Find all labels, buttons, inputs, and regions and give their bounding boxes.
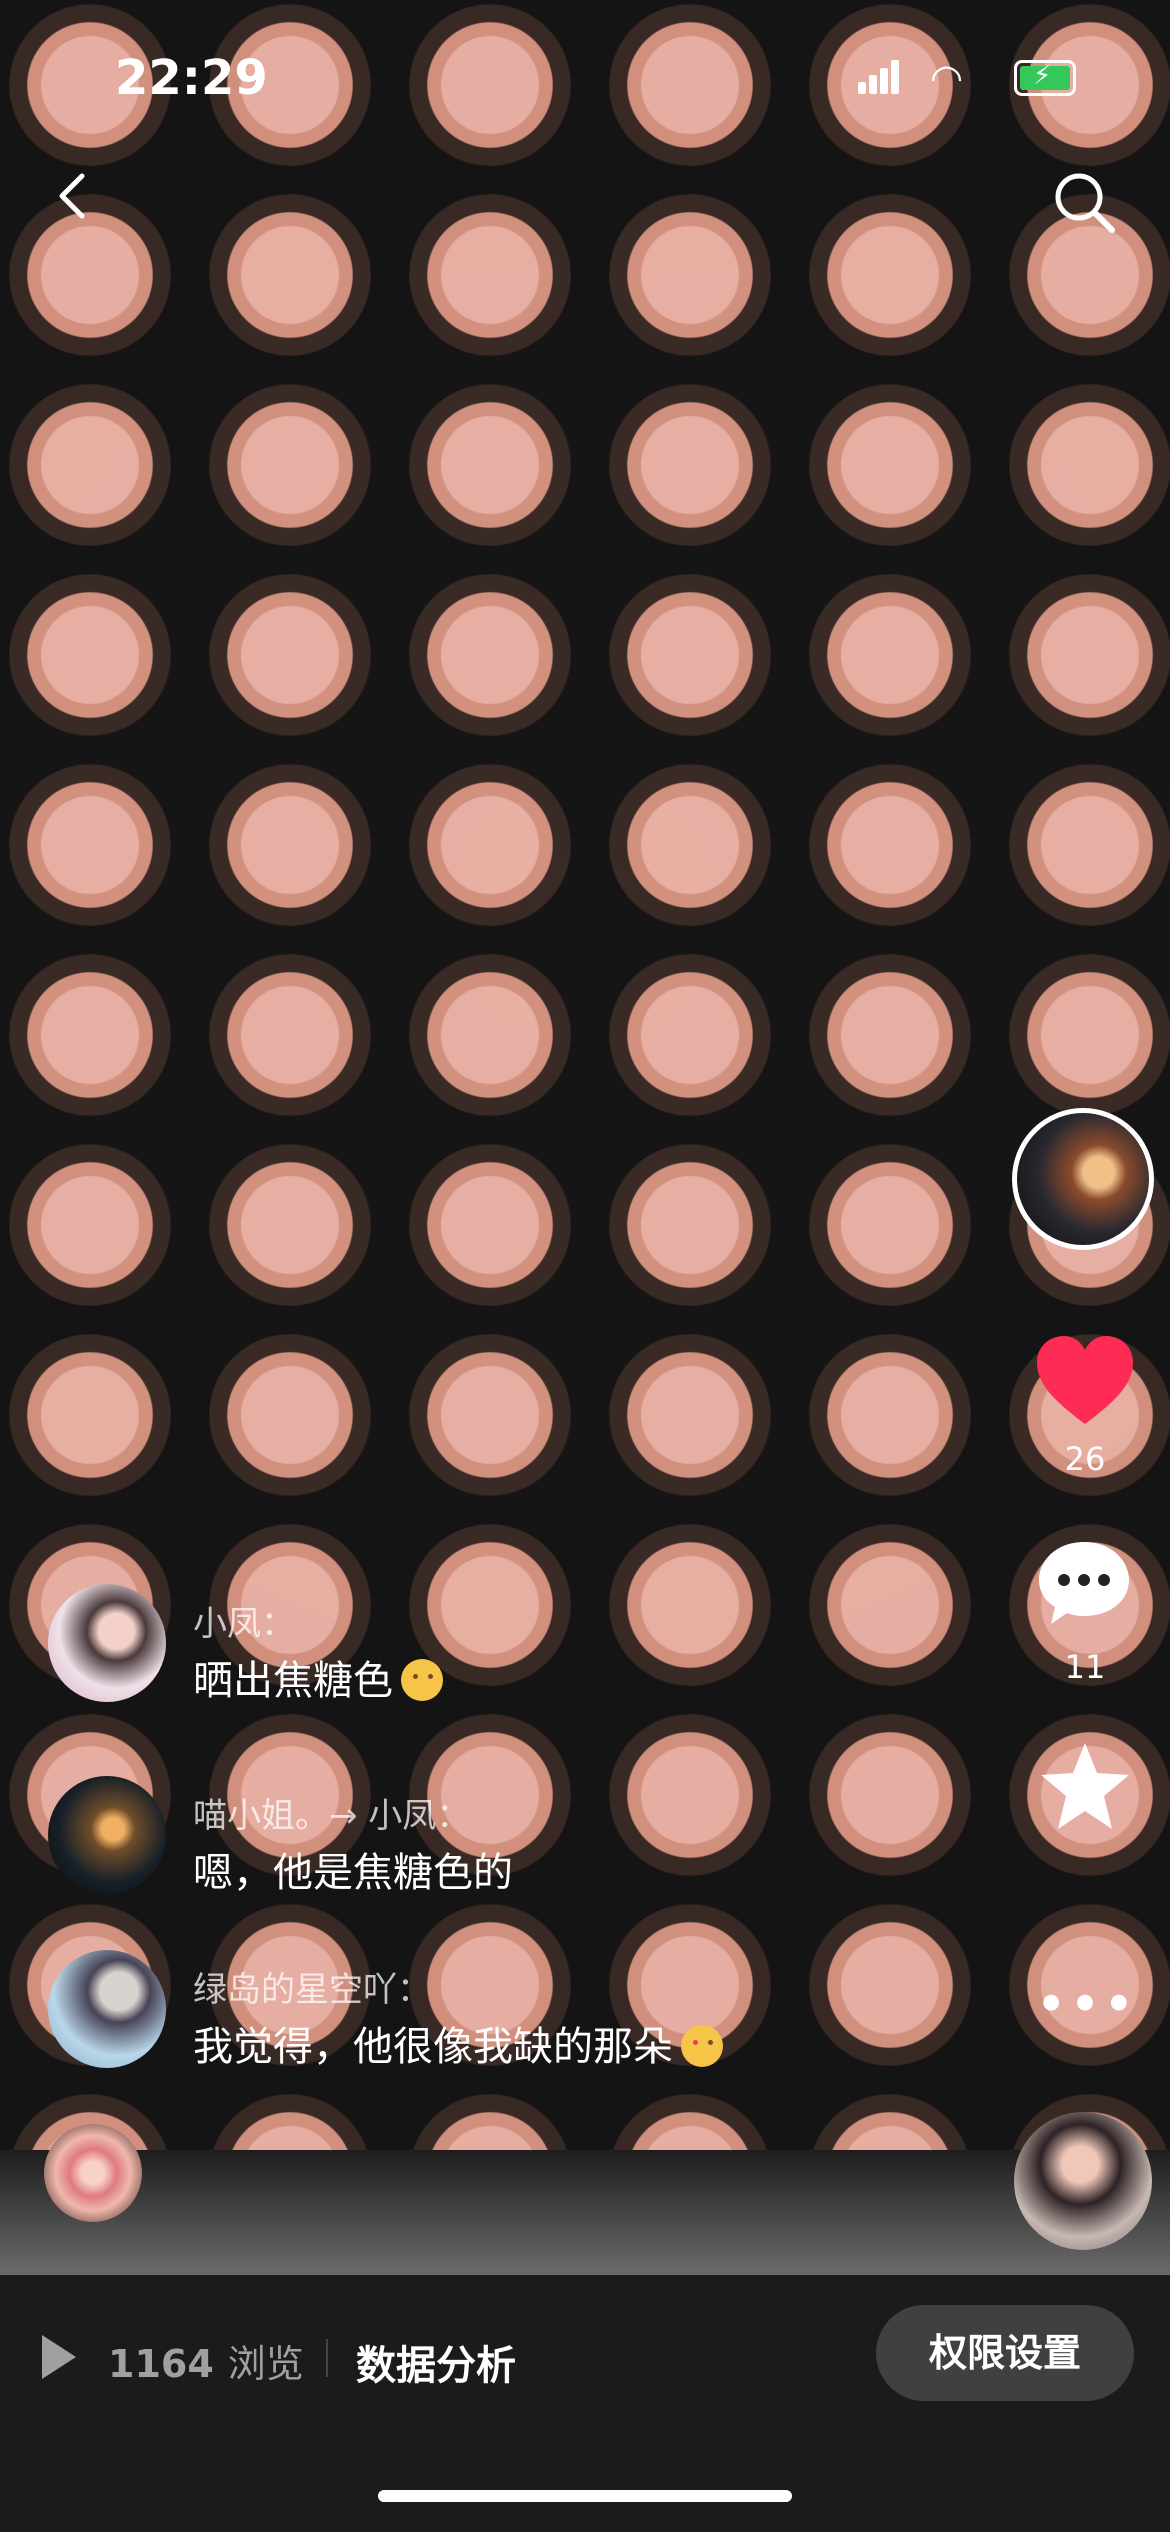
status-time: 22:29 xyxy=(115,50,268,106)
thinking-face-emoji xyxy=(401,1659,443,1701)
back-icon[interactable] xyxy=(48,170,100,222)
divider xyxy=(326,2339,328,2377)
comment-text: 晒出焦糖色 xyxy=(193,1648,443,1706)
status-bar: 22:29 ◠ ⚡ xyxy=(0,0,1170,150)
succulent-tray-photo xyxy=(0,0,1170,2280)
comment-text: 嗯，他是焦糖色的 xyxy=(193,1850,513,1896)
signal-icon xyxy=(858,60,900,94)
like-count: 26 xyxy=(1064,1440,1106,1478)
comment-icon[interactable] xyxy=(1033,1536,1135,1628)
comment-avatar[interactable] xyxy=(48,1950,166,2068)
star-icon[interactable] xyxy=(1035,1738,1135,1838)
data-analysis-link[interactable]: 数据分析 xyxy=(356,2333,516,2391)
permission-settings-button[interactable]: 权限设置 xyxy=(876,2305,1134,2401)
comment-item: 绿岛的星空吖： 我觉得，他很像我缺的那朵 xyxy=(48,1944,948,2084)
comment-avatar[interactable] xyxy=(48,1776,166,1894)
comment-author: 喵小姐。→ 小凤： xyxy=(193,1796,471,1836)
battery-charging-icon: ⚡ xyxy=(1014,60,1076,96)
star-struck-emoji xyxy=(681,2025,723,2067)
comment-avatar[interactable] xyxy=(48,1584,166,1702)
home-indicator xyxy=(378,2490,792,2502)
heart-icon[interactable] xyxy=(1030,1330,1140,1440)
screen: { "status_bar": { "time": "22:29", "batt… xyxy=(0,0,1170,2532)
comment-author: 小凤： xyxy=(193,1604,295,1644)
product-thumbnail[interactable] xyxy=(44,2124,142,2222)
play-icon xyxy=(38,2332,80,2382)
comment-text: 我觉得，他很像我缺的那朵 xyxy=(193,2014,723,2072)
tray-edge xyxy=(0,2150,1170,2280)
more-icon[interactable]: ••• xyxy=(1030,1978,1142,2032)
comment-item: 小凤： 晒出焦糖色 xyxy=(48,1578,948,1718)
comment-item: 喵小姐。→ 小凤： 嗯，他是焦糖色的 xyxy=(48,1770,948,1910)
comment-author: 绿岛的星空吖： xyxy=(193,1970,431,2010)
author-avatar[interactable] xyxy=(1012,1108,1154,1250)
charging-bolt-icon: ⚡ xyxy=(1033,61,1052,91)
views-stat[interactable]: 1164 浏览 xyxy=(108,2333,304,2388)
comment-count: 11 xyxy=(1064,1648,1106,1686)
music-avatar[interactable] xyxy=(1014,2112,1152,2250)
search-icon[interactable] xyxy=(1050,168,1118,236)
wifi-icon: ◠ xyxy=(930,56,964,100)
